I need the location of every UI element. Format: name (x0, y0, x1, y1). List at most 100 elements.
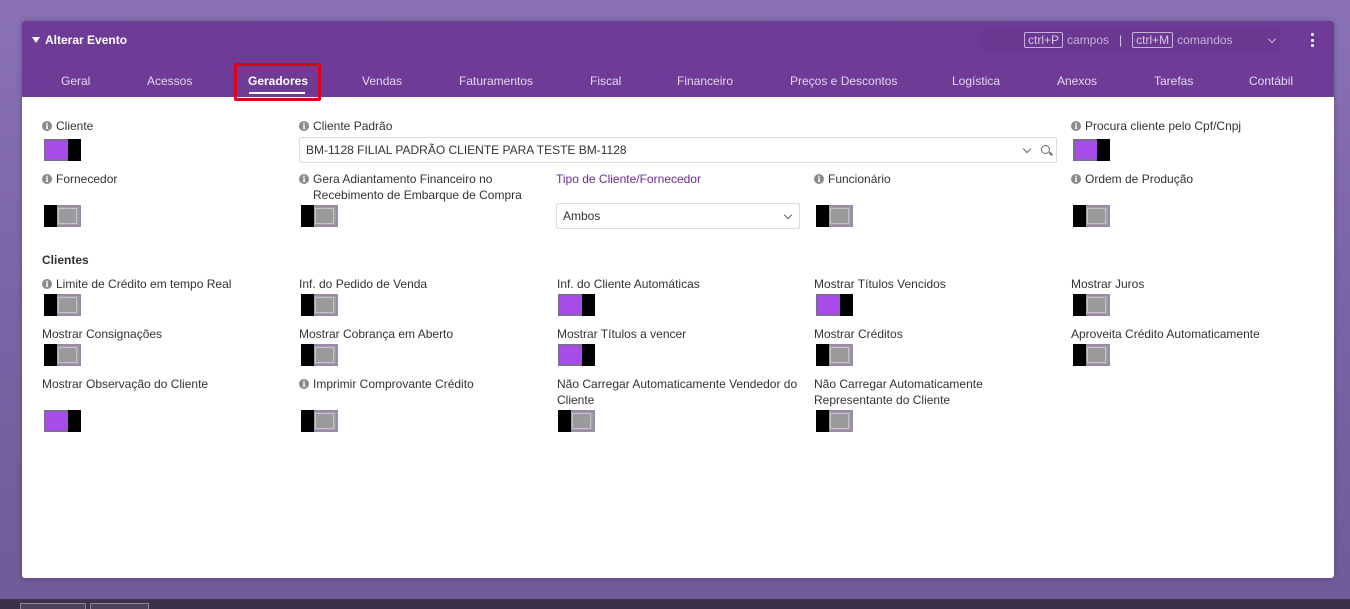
toggle-fornecedor[interactable] (44, 205, 81, 227)
chevron-down-icon[interactable] (1267, 34, 1276, 43)
toggle-procura-cliente[interactable] (1073, 139, 1110, 161)
info-icon[interactable]: i (814, 174, 824, 184)
field-label-mostrar-cobranca-aberto: Mostrar Cobrança em Aberto (299, 326, 453, 342)
bottom-tab[interactable] (20, 603, 86, 609)
field-label-gera-adiantamento: i Gera Adiantamento Financeiro no Recebim… (299, 171, 522, 203)
toggle-ordem-producao[interactable] (1073, 205, 1110, 227)
chevron-down-icon[interactable] (1022, 144, 1032, 154)
toggle-mostrar-titulos-vencidos[interactable] (816, 294, 853, 316)
info-icon[interactable]: i (42, 279, 52, 289)
label-line: Representante do Cliente (814, 393, 951, 407)
cliente-padrao-value: BM-1128 FILIAL PADRÃO CLIENTE PARA TESTE… (306, 143, 627, 157)
bottom-tab[interactable] (90, 603, 149, 609)
toggle-mostrar-titulos-vencer[interactable] (558, 344, 595, 366)
tab-geral[interactable]: Geral (61, 74, 90, 88)
tipo-cliente-value: Ambos (563, 209, 601, 223)
toggle-aproveita-credito[interactable] (1073, 344, 1110, 366)
info-icon[interactable]: i (1071, 121, 1081, 131)
toggle-imprimir-comprovante[interactable] (301, 410, 338, 432)
label-line: Não Carregar Automaticamente (814, 377, 983, 391)
toggle-mostrar-juros[interactable] (1073, 294, 1110, 316)
field-label-nao-carregar-representante: Não Carregar Automaticamente Representant… (814, 376, 983, 408)
field-label-mostrar-observacao: Mostrar Observação do Cliente (42, 376, 208, 392)
tab-tarefas[interactable]: Tarefas (1154, 74, 1193, 88)
toggle-inf-cliente-automaticas[interactable] (558, 294, 595, 316)
field-label-mostrar-creditos: Mostrar Créditos (814, 326, 903, 342)
field-label-cliente: i Cliente (42, 118, 93, 134)
collapse-caret-icon[interactable] (32, 37, 40, 43)
tab-contabil[interactable]: Contábil (1249, 74, 1293, 88)
toggle-cliente[interactable] (44, 139, 81, 161)
field-label-mostrar-titulos-vencer: Mostrar Títulos a vencer (557, 326, 686, 342)
label-line: Não Carregar Automaticamente Vendedor do (557, 377, 798, 391)
info-icon[interactable]: i (1071, 174, 1081, 184)
toggle-nao-carregar-representante[interactable] (816, 410, 853, 432)
field-label-mostrar-juros: Mostrar Juros (1071, 276, 1144, 292)
toggle-mostrar-cobranca-aberto[interactable] (301, 344, 338, 366)
field-label-imprimir-comprovante: i Imprimir Comprovante Crédito (299, 376, 474, 392)
toggle-limite-credito[interactable] (44, 294, 81, 316)
more-options-icon[interactable] (1310, 33, 1314, 47)
info-icon[interactable]: i (42, 174, 52, 184)
shortcut-bar: ctrl+P campos | ctrl+M comandos (980, 29, 1280, 51)
label-text: Tipo de Cliente/Fornecedor (556, 172, 701, 186)
label-text: Mostrar Observação do Cliente (42, 377, 209, 391)
label-text: Aproveita Crédito Automaticamente (1071, 327, 1260, 341)
info-icon[interactable]: i (299, 121, 309, 131)
info-icon[interactable]: i (299, 174, 309, 184)
field-label-cliente-padrao: i Cliente Padrão (299, 118, 392, 134)
label-text: Cliente (56, 119, 94, 133)
field-label-procura-cliente: i Procura cliente pelo Cpf/Cnpj (1071, 118, 1241, 134)
section-title-clientes: Clientes (42, 253, 89, 267)
tab-bar: Geral Acessos Geradores Vendas Faturamen… (22, 65, 1334, 97)
chevron-down-icon[interactable] (783, 210, 793, 220)
search-icon[interactable] (1041, 145, 1050, 154)
toggle-mostrar-consignacoes[interactable] (44, 344, 81, 366)
field-label-mostrar-titulos-vencidos: Mostrar Títulos Vencidos (814, 276, 946, 292)
label-text: Cliente Padrão (313, 119, 393, 133)
dialog-header: Alterar Evento ctrl+P campos | ctrl+M co… (22, 21, 1334, 97)
field-label-aproveita-credito: Aproveita Crédito Automaticamente (1071, 326, 1260, 342)
label-text: Não Carregar Automaticamente Vendedor do… (557, 376, 797, 408)
tipo-cliente-select[interactable]: Ambos (556, 203, 800, 229)
field-label-limite-credito: i Limite de Crédito em tempo Real (42, 276, 231, 292)
tab-precos-descontos[interactable]: Preços e Descontos (790, 74, 897, 88)
field-label-mostrar-consignacoes: Mostrar Consignações (42, 326, 162, 342)
info-icon[interactable]: i (299, 379, 309, 389)
tab-anexos[interactable]: Anexos (1057, 74, 1097, 88)
field-label-inf-pedido-venda: Inf. do Pedido de Venda (299, 276, 427, 292)
toggle-mostrar-observacao[interactable] (44, 410, 81, 432)
tab-faturamentos[interactable]: Faturamentos (459, 74, 533, 88)
fields-shortcut-label[interactable]: campos (1067, 33, 1109, 47)
taskbar-strip (0, 599, 1350, 609)
tab-fiscal[interactable]: Fiscal (590, 74, 621, 88)
label-text: Imprimir Comprovante Crédito (313, 377, 474, 391)
dialog-title[interactable]: Alterar Evento (32, 33, 127, 47)
field-label-inf-cliente-automaticas: Inf. do Cliente Automáticas (557, 276, 700, 292)
tab-logistica[interactable]: Logística (952, 74, 1000, 88)
field-label-tipo-cliente[interactable]: Tipo de Cliente/Fornecedor (556, 171, 701, 187)
cliente-padrao-select[interactable]: BM-1128 FILIAL PADRÃO CLIENTE PARA TESTE… (299, 137, 1057, 163)
field-label-fornecedor: i Fornecedor (42, 171, 117, 187)
label-text: Limite de Crédito em tempo Real (56, 277, 232, 291)
info-icon[interactable]: i (42, 121, 52, 131)
tab-financeiro[interactable]: Financeiro (677, 74, 733, 88)
toggle-nao-carregar-vendedor[interactable] (558, 410, 595, 432)
toggle-funcionario[interactable] (816, 205, 853, 227)
label-text: Mostrar Cobrança em Aberto (299, 327, 454, 341)
tab-vendas[interactable]: Vendas (362, 74, 402, 88)
label-text: Mostrar Títulos Vencidos (814, 277, 946, 291)
tab-acessos[interactable]: Acessos (147, 74, 192, 88)
label-text: Procura cliente pelo Cpf/Cnpj (1085, 119, 1242, 133)
label-text: Mostrar Consignações (42, 327, 163, 341)
label-text: Inf. do Cliente Automáticas (557, 277, 700, 291)
label-text: Ordem de Produção (1085, 172, 1194, 186)
label-text: Funcionário (828, 172, 891, 186)
toggle-gera-adiantamento[interactable] (301, 205, 338, 227)
toggle-mostrar-creditos[interactable] (816, 344, 853, 366)
alterar-evento-dialog: Alterar Evento ctrl+P campos | ctrl+M co… (22, 21, 1334, 578)
label-text: Mostrar Títulos a vencer (557, 327, 687, 341)
toggle-inf-pedido-venda[interactable] (301, 294, 338, 316)
commands-shortcut-label[interactable]: comandos (1177, 33, 1232, 47)
label-text: Mostrar Créditos (814, 327, 903, 341)
